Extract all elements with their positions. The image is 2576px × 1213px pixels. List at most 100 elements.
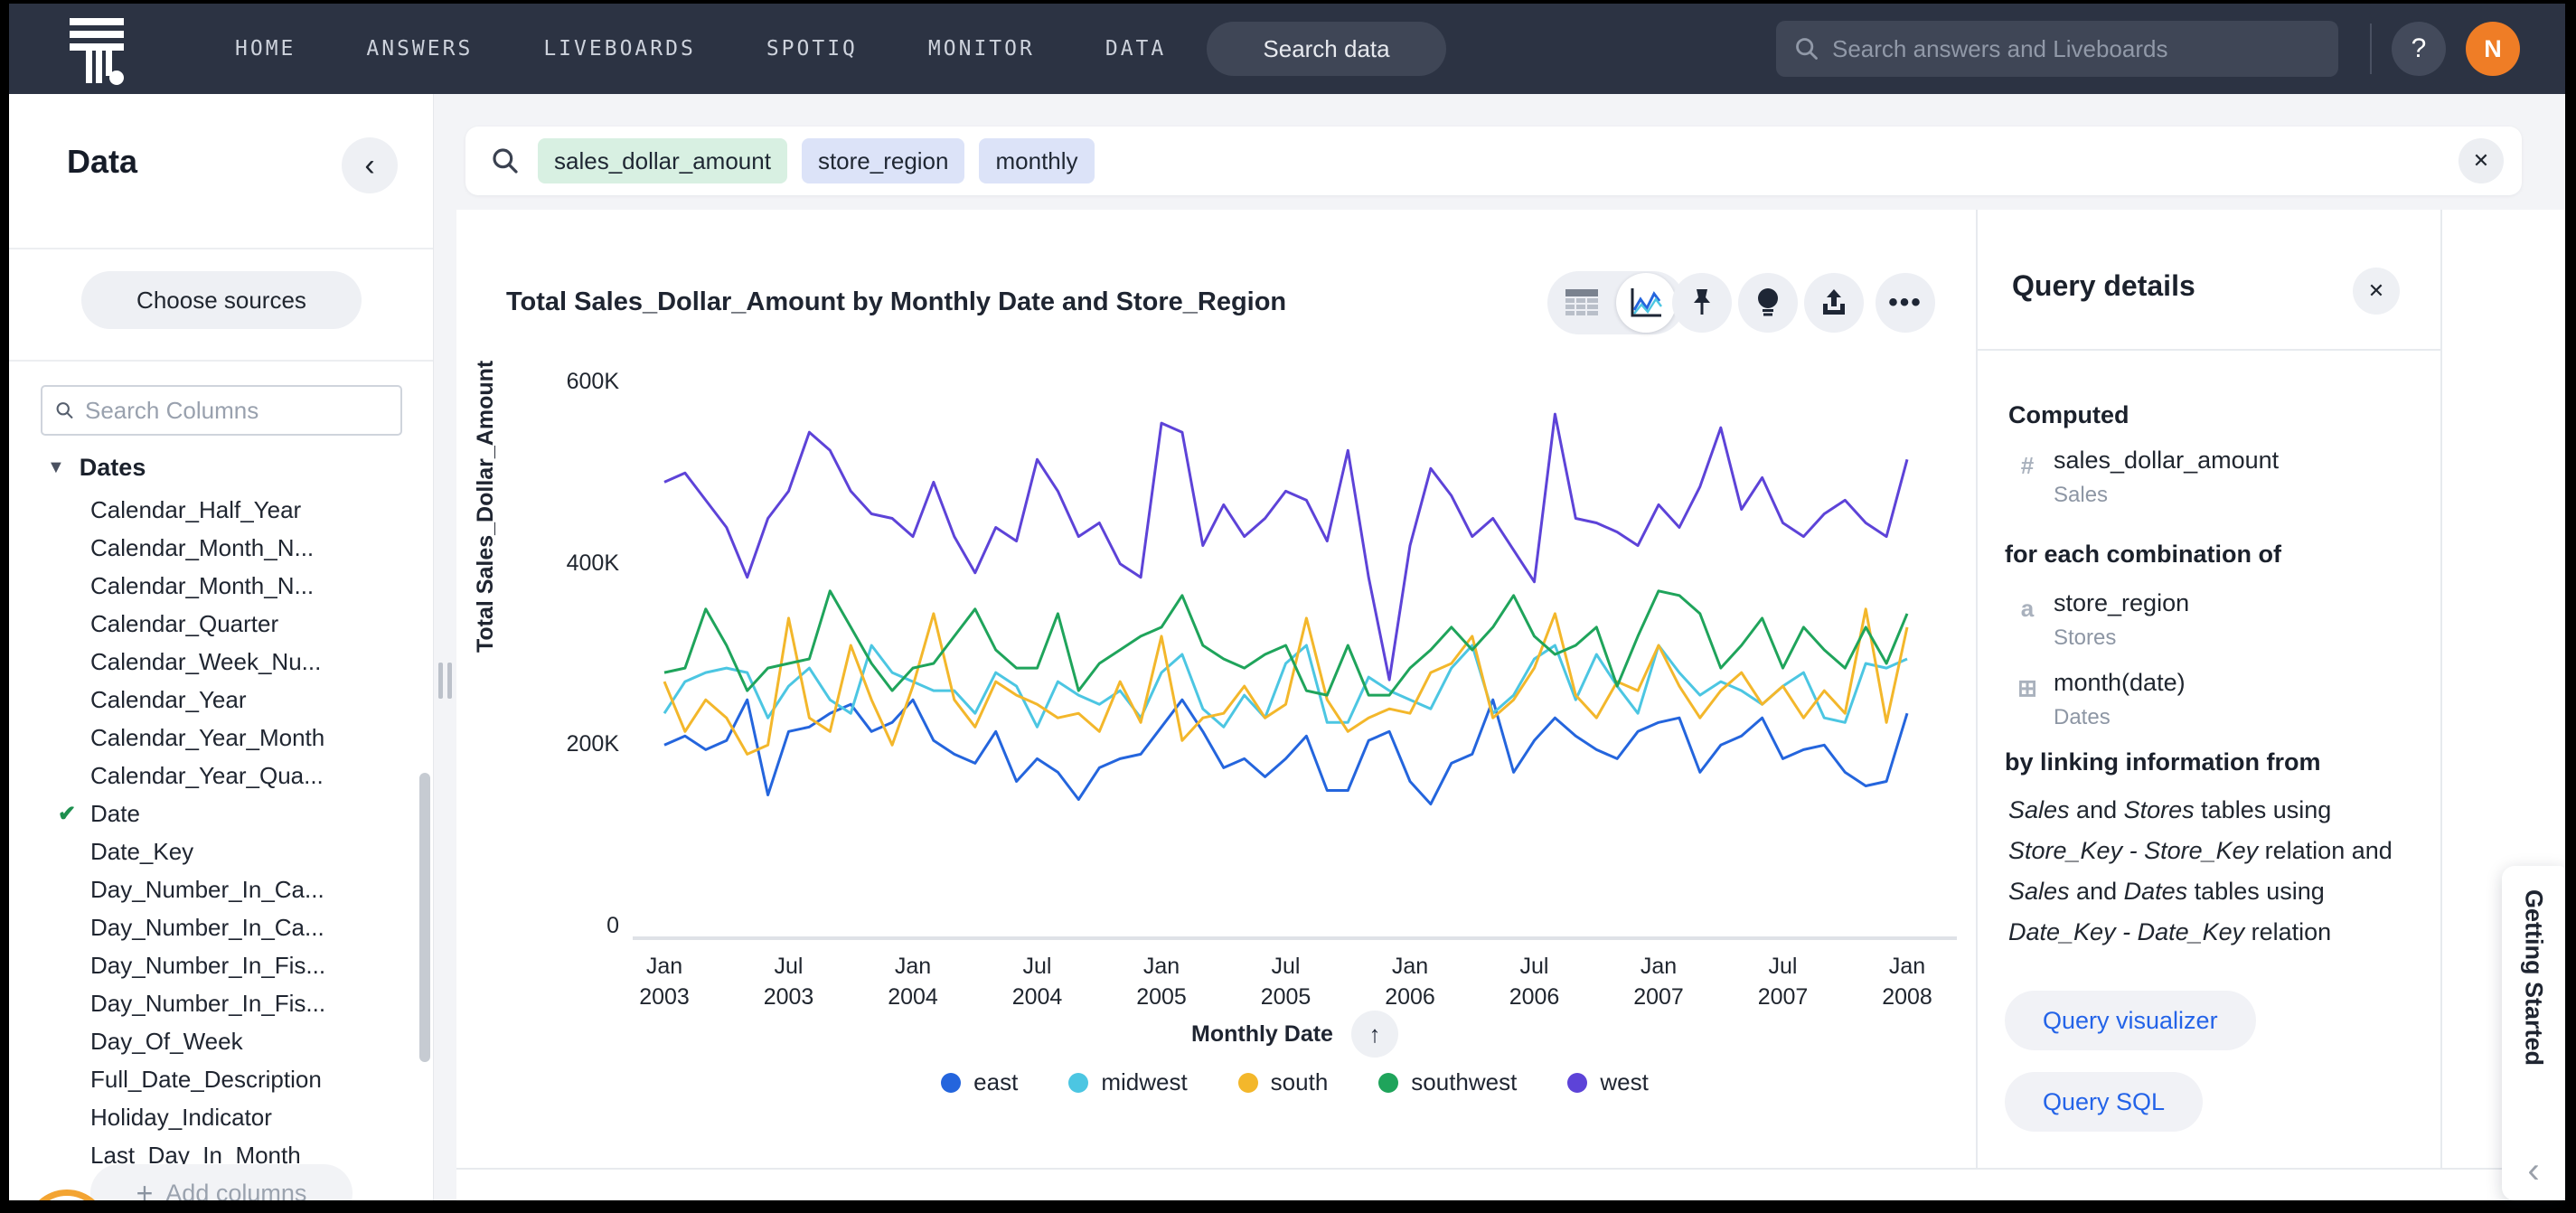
nav-item-monitor[interactable]: MONITOR [928, 37, 1035, 61]
legend-item-southwest[interactable]: southwest [1378, 1068, 1517, 1096]
nav-item-data[interactable]: DATA [1105, 37, 1166, 61]
field-source: Dates [2054, 705, 2111, 730]
column-item[interactable]: Holiday_Indicator [90, 1099, 272, 1135]
getting-started-tab[interactable]: Getting Started ‹ [2502, 866, 2565, 1200]
column-item[interactable]: Calendar_Half_Year [90, 492, 301, 528]
choose-sources-button[interactable]: Choose sources [81, 271, 362, 329]
legend-label: west [1600, 1068, 1648, 1096]
column-item[interactable]: Day_Of_Week [90, 1023, 243, 1059]
legend-item-south[interactable]: south [1238, 1068, 1329, 1096]
chevron-left-icon: ‹ [2527, 1151, 2539, 1191]
x-tick-month: Jul [726, 951, 852, 982]
query-sql-button[interactable]: Query SQL [2005, 1072, 2203, 1132]
search-data-button[interactable]: Search data [1207, 22, 1446, 76]
x-tick: Jan2008 [1844, 951, 1970, 1012]
more-options-button[interactable]: ••• [1876, 273, 1935, 333]
sidebar-collapse-button[interactable]: ‹ [342, 137, 398, 193]
column-item[interactable]: Date_Key [90, 833, 193, 870]
nav-item-liveboards[interactable]: LIVEBOARDS [543, 37, 695, 61]
column-item[interactable]: Day_Number_In_Ca... [90, 871, 324, 907]
column-search [41, 385, 402, 436]
search-token[interactable]: sales_dollar_amount [538, 138, 787, 183]
divider [1976, 210, 1978, 1168]
panel-resize-handle[interactable] [438, 663, 453, 699]
column-item[interactable]: Day_Number_In_Fis... [90, 947, 325, 983]
x-tick-month: Jul [1471, 951, 1598, 982]
column-search-input[interactable] [85, 397, 388, 425]
pin-icon [1688, 287, 1716, 318]
column-item[interactable]: Calendar_Quarter [90, 606, 278, 642]
thoughtspot-logo-icon[interactable] [59, 11, 135, 89]
x-tick-year: 2007 [1595, 982, 1722, 1012]
x-axis-label: Monthly Date [1191, 1021, 1333, 1048]
query-details-close-button[interactable]: ✕ [2353, 268, 2400, 315]
column-item[interactable]: Calendar_Month_N... [90, 530, 314, 566]
clear-search-button[interactable]: ✕ [2458, 138, 2504, 183]
nav-item-answers[interactable]: ANSWERS [366, 37, 473, 61]
query-visualizer-button[interactable]: Query visualizer [2005, 991, 2256, 1050]
x-tick-month: Jul [1720, 951, 1847, 982]
pin-button[interactable] [1672, 273, 1732, 333]
nav-item-spotiq[interactable]: SPOTIQ [766, 37, 858, 61]
legend-label: midwest [1101, 1068, 1187, 1096]
column-item[interactable]: Calendar_Month_N... [90, 568, 314, 604]
table-view-button[interactable] [1547, 287, 1616, 318]
search-token[interactable]: store_region [802, 138, 965, 183]
spotiq-bulb-button[interactable] [1738, 273, 1798, 333]
divider [9, 248, 434, 249]
linking-line: Store_Key - Store_Key relation and [2008, 831, 2442, 871]
legend-dot-icon [1068, 1073, 1088, 1093]
linking-line: Date_Key - Date_Key relation [2008, 912, 2442, 953]
legend-item-east[interactable]: east [941, 1068, 1018, 1096]
data-sidebar: Data ‹ Choose sources ▼ Dates Calendar_H… [9, 94, 434, 1200]
y-axis-title: Total Sales_Dollar_Amount [473, 361, 499, 653]
x-tick: Jan2003 [601, 951, 728, 1012]
legend-label: east [973, 1068, 1018, 1096]
x-tick: Jul2003 [726, 951, 852, 1012]
linking-text: Store_Key - Store_Key [2008, 837, 2258, 864]
column-item[interactable]: Date✔ [90, 795, 140, 832]
legend-item-west[interactable]: west [1567, 1068, 1648, 1096]
search-icon [491, 146, 520, 175]
sidebar-scrollbar[interactable] [419, 773, 430, 1062]
column-item[interactable]: Day_Number_In_Ca... [90, 909, 324, 945]
linking-line: Sales and Stores tables using [2008, 790, 2442, 831]
series-line-west [664, 414, 1907, 680]
divider [9, 360, 434, 362]
y-tick: 600K [511, 369, 619, 395]
add-columns-button[interactable]: + Add columns [90, 1164, 353, 1200]
linking-description: Sales and Stores tables usingStore_Key -… [2008, 790, 2442, 953]
x-tick-year: 2007 [1720, 982, 1847, 1012]
column-item[interactable]: Calendar_Year_Qua... [90, 757, 324, 794]
help-button[interactable]: ? [2392, 22, 2446, 76]
column-item[interactable]: Day_Number_In_Fis... [90, 985, 325, 1021]
lightbulb-icon [1755, 287, 1781, 319]
x-tick: Jan2005 [1098, 951, 1225, 1012]
chart-view-button[interactable] [1616, 273, 1676, 333]
line-chart-plot[interactable] [633, 382, 1957, 926]
x-tick-month: Jul [974, 951, 1101, 982]
share-button[interactable] [1804, 273, 1864, 333]
linking-heading: by linking information from [2005, 748, 2321, 776]
search-token[interactable]: monthly [979, 138, 1094, 183]
legend-label: southwest [1411, 1068, 1517, 1096]
computed-heading: Computed [2008, 401, 2129, 429]
column-item[interactable]: Calendar_Year [90, 682, 247, 718]
y-tick: 200K [511, 731, 619, 757]
x-tick-year: 2005 [1098, 982, 1225, 1012]
field-source: Sales [2054, 483, 2108, 508]
global-search-input[interactable] [1832, 35, 2320, 63]
tree-group-dates[interactable]: ▼ Dates [47, 454, 146, 482]
answer-title: Total Sales_Dollar_Amount by Monthly Dat… [506, 287, 1286, 317]
sort-ascending-button[interactable]: ↑ [1351, 1011, 1398, 1058]
linking-line: Sales and Dates tables using [2008, 871, 2442, 912]
user-avatar[interactable]: N [2466, 22, 2520, 76]
column-item[interactable]: Calendar_Year_Month [90, 719, 324, 756]
legend-item-midwest[interactable]: midwest [1068, 1068, 1187, 1096]
nav-menu: HOME ANSWERS LIVEBOARDS SPOTIQ MONITOR DATA [235, 4, 1166, 94]
column-item[interactable]: Calendar_Week_Nu... [90, 644, 321, 680]
nav-item-home[interactable]: HOME [235, 37, 296, 61]
column-item[interactable]: Full_Date_Description [90, 1061, 322, 1097]
divider [1976, 349, 2440, 351]
legend-dot-icon [941, 1073, 961, 1093]
